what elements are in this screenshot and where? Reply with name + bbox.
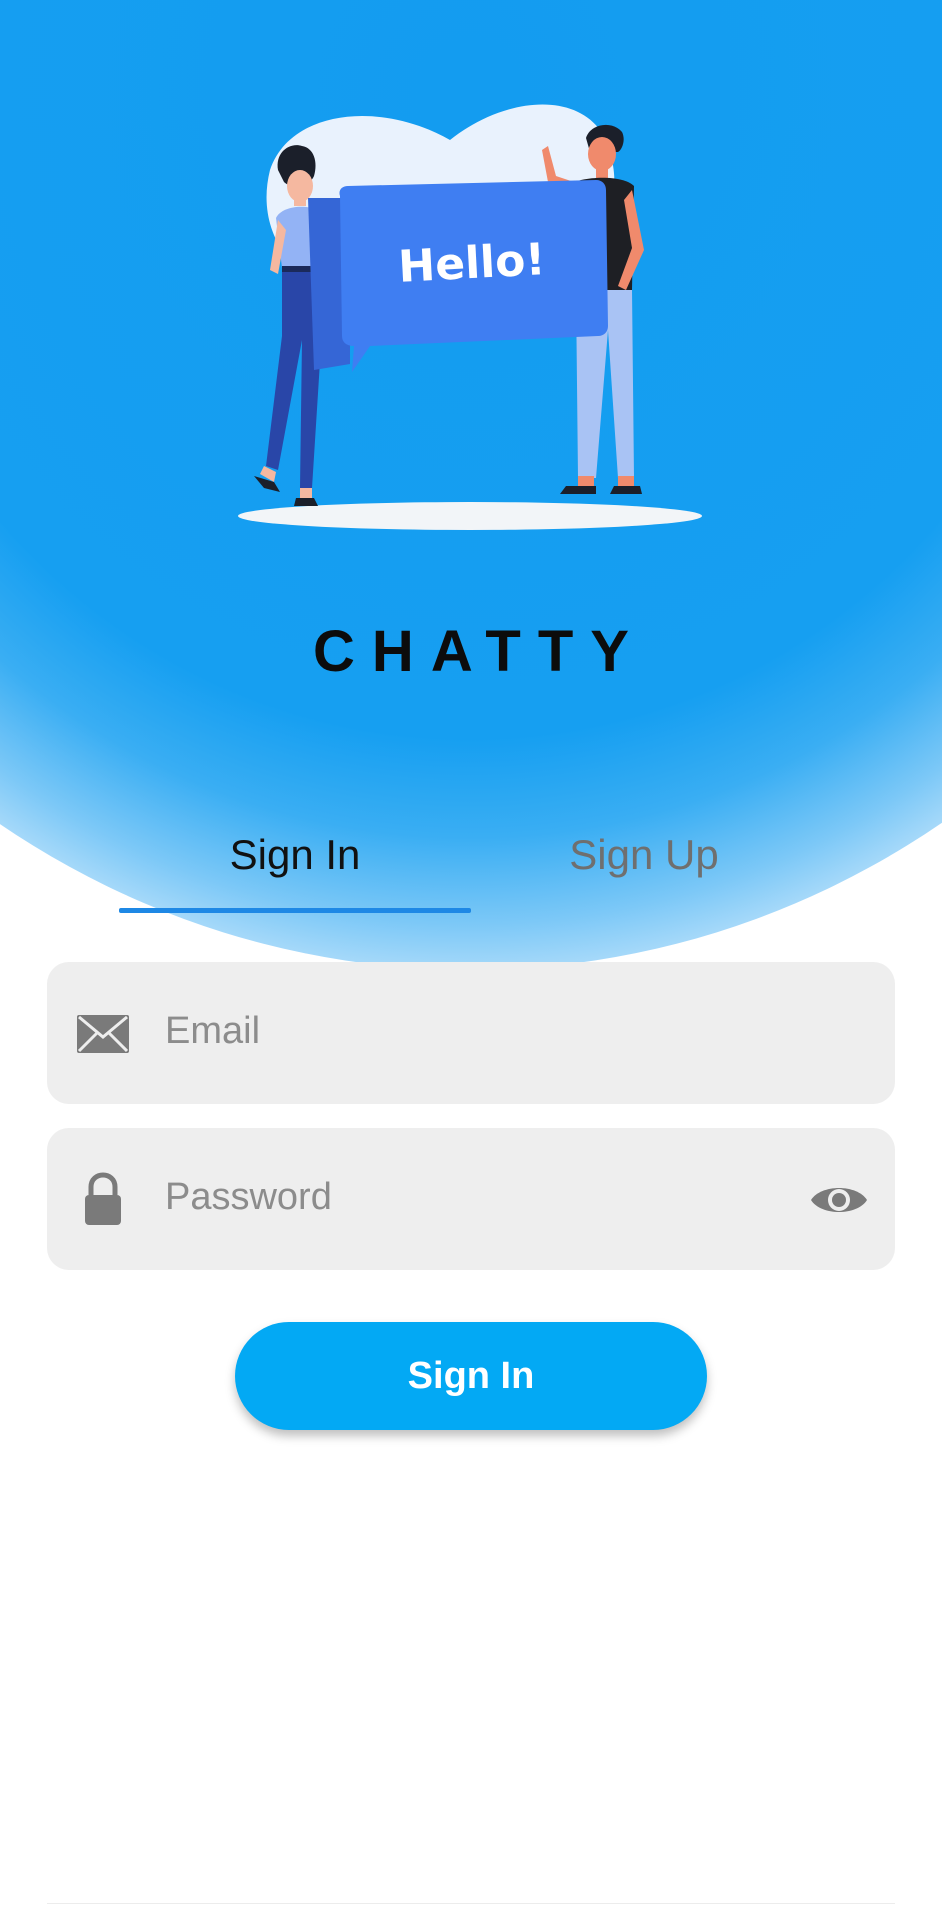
active-tab-indicator xyxy=(119,908,471,913)
app-title: CHATTY xyxy=(313,619,646,684)
sign-in-screen: Hello! CHATTY Sign In Sign Up Sign In xyxy=(0,0,942,1920)
auth-tabs: Sign In Sign Up xyxy=(0,820,942,920)
tab-sign-in[interactable]: Sign In xyxy=(119,820,471,912)
password-field xyxy=(47,1128,895,1270)
mail-icon xyxy=(77,1015,129,1053)
sign-in-button[interactable]: Sign In xyxy=(235,1322,707,1430)
eye-icon[interactable] xyxy=(809,1170,869,1230)
bottom-divider xyxy=(47,1903,895,1904)
tab-sign-up[interactable]: Sign Up xyxy=(468,820,820,912)
illustration-hello-text: Hello! xyxy=(397,234,547,293)
hello-illustration: Hello! xyxy=(238,104,702,530)
password-input[interactable] xyxy=(163,1156,807,1238)
lock-icon xyxy=(85,1172,121,1225)
illustration-floor xyxy=(238,502,702,530)
hello-speech-bubble: Hello! xyxy=(308,180,608,372)
email-input[interactable] xyxy=(163,990,807,1072)
email-field xyxy=(47,962,895,1104)
